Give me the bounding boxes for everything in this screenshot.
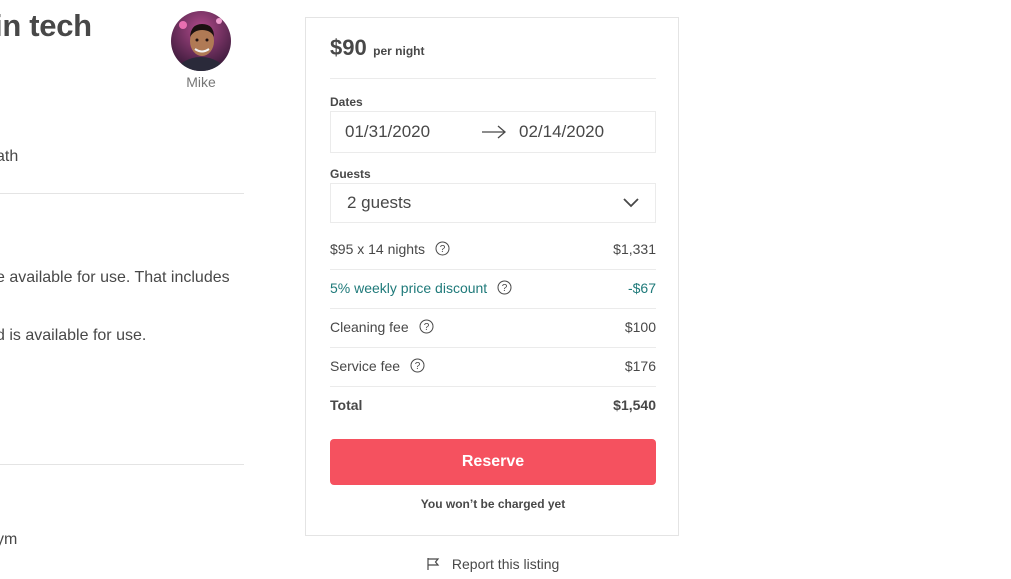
- check-out-date[interactable]: 02/14/2020: [519, 122, 604, 142]
- cleaning-fee-row: Cleaning fee ? $100: [330, 319, 656, 358]
- question-icon[interactable]: ?: [410, 358, 425, 376]
- avatar-photo: [171, 11, 231, 71]
- fee-divider: [330, 347, 656, 348]
- cleaning-fee-value: $100: [624, 319, 656, 335]
- service-fee-row: Service fee ? $176: [330, 358, 656, 397]
- total-row: Total $1,540: [330, 397, 656, 436]
- report-listing-label: Report this listing: [451, 556, 560, 572]
- fee-divider: [330, 386, 656, 387]
- report-listing-link[interactable]: Report this listing: [426, 556, 559, 574]
- guests-dropdown[interactable]: 2 guests: [330, 183, 656, 223]
- discount-label: 5% weekly price discount: [330, 280, 488, 296]
- discount-row: 5% weekly price discount ? -$67: [330, 280, 656, 319]
- cleaning-fee-label: Cleaning fee: [330, 319, 409, 335]
- flag-icon: [426, 557, 440, 574]
- section-divider: [0, 464, 244, 465]
- question-icon[interactable]: ?: [497, 280, 512, 298]
- guests-label: Guests: [330, 167, 371, 181]
- total-value: $1,540: [613, 397, 656, 413]
- nights-fee-row: $95 x 14 nights ? $1,331: [330, 241, 656, 280]
- svg-text:?: ?: [423, 322, 429, 333]
- service-fee-value: $176: [624, 358, 656, 374]
- nightly-price: $90: [330, 35, 367, 60]
- listing-text-line: ath: [0, 148, 19, 165]
- dates-picker: 01/31/2020 02/14/2020: [330, 111, 656, 153]
- total-label: Total: [330, 397, 363, 413]
- section-divider: [0, 193, 244, 194]
- service-fee-label: Service fee: [330, 358, 401, 374]
- listing-text-line: ym: [0, 531, 18, 548]
- listing-title: in tech: [0, 8, 92, 43]
- host-name[interactable]: Mike: [171, 74, 231, 90]
- dates-label: Dates: [330, 95, 363, 109]
- listing-text-line: d is available for use.: [0, 327, 147, 344]
- nights-fee-label: $95 x 14 nights: [330, 241, 425, 257]
- booking-card: $90 per night Dates 01/31/2020 02/14/202…: [305, 17, 679, 536]
- arrow-right-icon: [481, 125, 507, 144]
- fee-divider: [330, 269, 656, 270]
- question-icon[interactable]: ?: [419, 319, 434, 337]
- listing-text-line: e available for use. That includes: [0, 269, 230, 286]
- svg-text:?: ?: [415, 361, 421, 372]
- reserve-button[interactable]: Reserve: [330, 439, 656, 485]
- guests-value: 2 guests: [347, 193, 412, 212]
- chevron-down-icon: [623, 196, 639, 214]
- nights-fee-value: $1,331: [613, 241, 656, 257]
- listing-page: in tech Mike ath e available for use. Th…: [0, 0, 1011, 579]
- price-line: $90 per night: [330, 35, 425, 61]
- discount-value: -$67: [627, 280, 656, 296]
- check-in-date[interactable]: 01/31/2020: [345, 122, 430, 142]
- host-avatar[interactable]: [171, 11, 231, 71]
- card-divider: [330, 78, 656, 79]
- fee-divider: [330, 308, 656, 309]
- price-unit: per night: [373, 44, 425, 58]
- not-charged-note: You won’t be charged yet: [420, 497, 566, 511]
- svg-text:?: ?: [502, 283, 508, 294]
- svg-text:?: ?: [440, 244, 446, 255]
- question-icon[interactable]: ?: [435, 241, 450, 259]
